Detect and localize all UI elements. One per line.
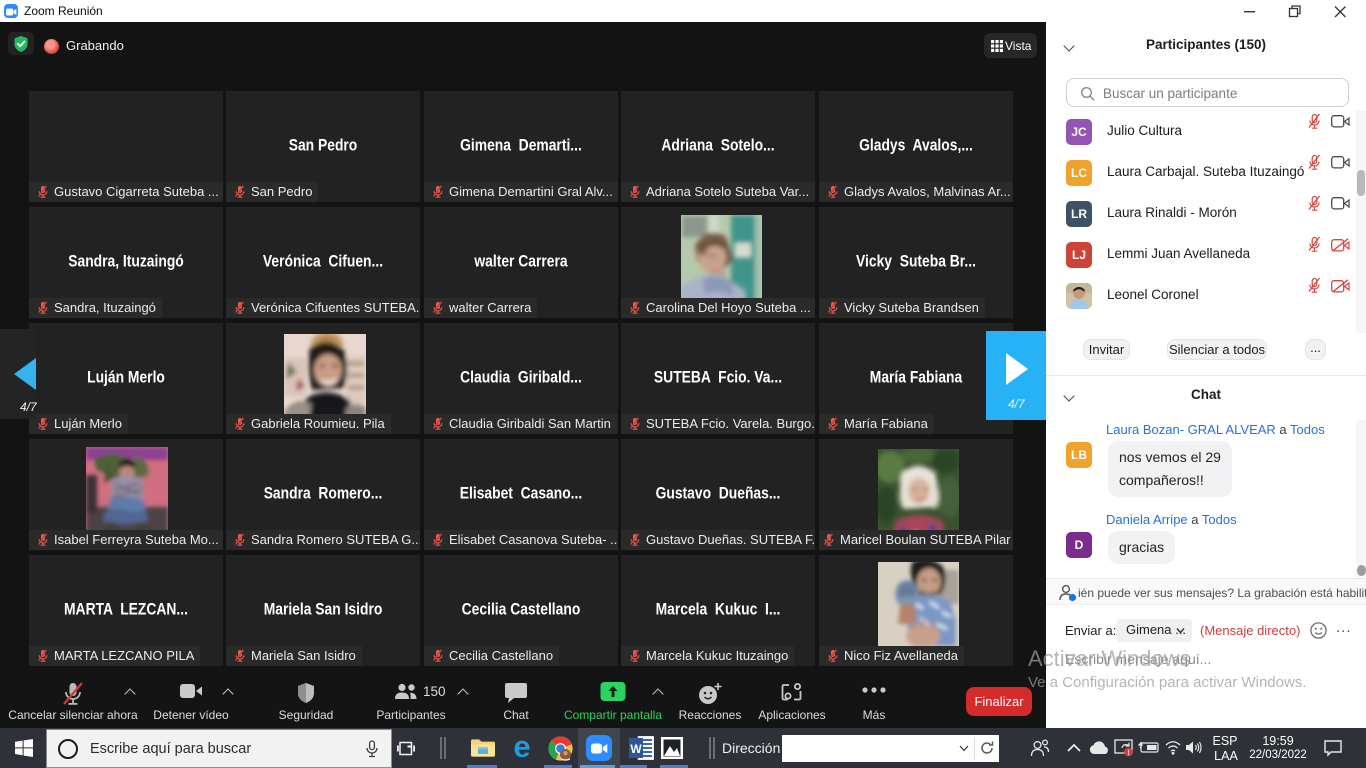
svg-text:W: W: [630, 742, 642, 756]
svg-text:!: !: [1127, 750, 1129, 757]
